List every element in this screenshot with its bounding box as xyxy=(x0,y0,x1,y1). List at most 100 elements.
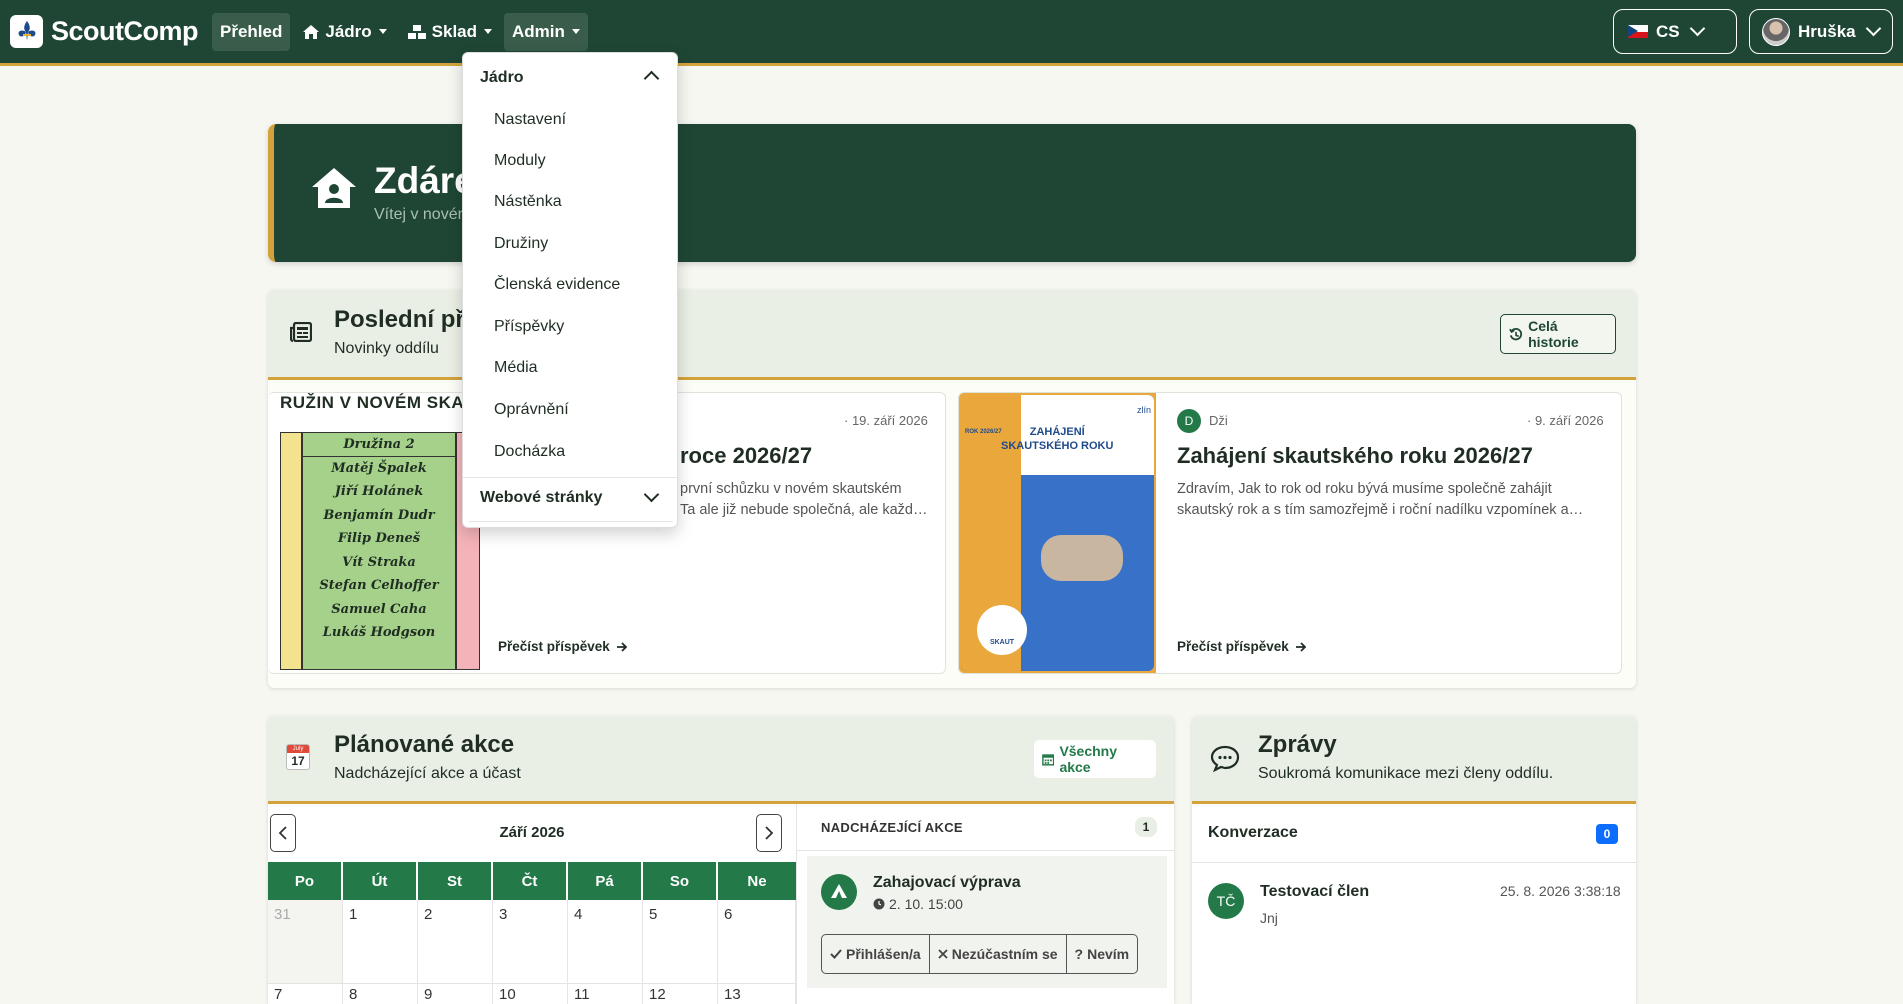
chevron-right-icon xyxy=(765,826,774,840)
post-2-excerpt: Zdravím, Jak to rok od roku bývá musíme … xyxy=(1177,479,1583,521)
weekday-header: Pá xyxy=(568,862,641,900)
dropdown-group-jadro[interactable]: Jádro xyxy=(463,53,679,101)
calendar-icon-day: 17 xyxy=(291,754,305,768)
dropdown-item-media[interactable]: Média xyxy=(494,359,538,377)
event-name[interactable]: Zahajovací výprava xyxy=(873,874,1021,892)
conversation-name: Testovací člen xyxy=(1260,883,1370,900)
poster-title-line: SKAUTSKÉHO ROKU xyxy=(1001,440,1114,452)
czech-flag-icon xyxy=(1628,25,1648,38)
upcoming-panel: NADCHÁZEJÍCÍ AKCE 1 Zahajovací výprava 2… xyxy=(796,804,1174,1004)
event-item[interactable]: Zahajovací výprava 2. 10. 15:00 Přihláše… xyxy=(807,856,1167,988)
conversations-label: Konverzace xyxy=(1208,824,1298,841)
chevron-down-icon xyxy=(1865,20,1881,37)
dropdown-item-druziny[interactable]: Družiny xyxy=(494,235,548,253)
arrow-right-icon xyxy=(1295,641,1307,652)
newspaper-icon xyxy=(290,322,312,342)
calendar-day[interactable]: 13 xyxy=(718,984,796,1004)
dropdown-item-opravneni[interactable]: Oprávnění xyxy=(494,401,569,419)
poster-title: ZAHÁJENÍ SKAUTSKÉHO ROKU xyxy=(1001,425,1113,453)
clock-icon xyxy=(873,898,885,910)
calendar-day[interactable]: 12 xyxy=(643,984,718,1004)
events-subtitle: Nadcházející akce a účast xyxy=(334,765,521,782)
calendar-day[interactable]: 6 xyxy=(718,900,796,984)
divider xyxy=(469,521,673,522)
weekday-header: Čt xyxy=(493,862,566,900)
calendar-day[interactable]: 7 xyxy=(268,984,343,1004)
weekday-header: St xyxy=(418,862,491,900)
nav-prehled[interactable]: Přehled xyxy=(212,12,291,51)
rsvp-not-going-button[interactable]: Nezúčastním se xyxy=(930,935,1067,973)
chevron-down-icon xyxy=(643,486,660,503)
chevron-up-icon xyxy=(643,70,660,87)
calendar-next-button[interactable] xyxy=(756,814,782,852)
calendar-grid-icon xyxy=(1042,753,1055,766)
nav-jadro-label: Jádro xyxy=(325,21,372,41)
brand-link[interactable]: ScoutComp xyxy=(10,15,199,48)
post-2-read-more[interactable]: Přečíst příspěvek xyxy=(1177,639,1307,654)
calendar-month-label: Září 2026 xyxy=(499,824,565,841)
calendar-day[interactable]: 4 xyxy=(568,900,643,984)
post-2-author: Dži xyxy=(1209,413,1228,428)
calendar-day[interactable]: 9 xyxy=(418,984,493,1004)
roster-member: Lukáš Hodgson xyxy=(322,625,436,640)
fleur-de-lis-icon xyxy=(10,15,43,48)
dropdown-item-nastenka[interactable]: Nástěnka xyxy=(494,193,562,211)
nav-sklad[interactable]: Sklad xyxy=(399,13,500,51)
roster-column-title: Družina 2 xyxy=(303,433,455,457)
conversation-timestamp: 25. 8. 2026 3:38:18 xyxy=(1500,883,1621,899)
conversation-item[interactable]: TČ Testovací člen 25. 8. 2026 3:38:18 Jn… xyxy=(1192,863,1636,963)
post-card-2[interactable]: ROK 2026/27 ZAHÁJENÍ SKAUTSKÉHO ROKU zlí… xyxy=(958,392,1622,674)
events-header: July 17 Plánované akce Nadcházející akce… xyxy=(268,716,1174,804)
calendar-day[interactable]: 10 xyxy=(493,984,568,1004)
events-card: July 17 Plánované akce Nadcházející akce… xyxy=(268,716,1174,1004)
user-name: Hruška xyxy=(1798,21,1856,41)
rsvp-going-label: Přihlášen/a xyxy=(846,946,921,962)
conversations-panel: Konverzace 0 TČ Testovací člen 25. 8. 20… xyxy=(1192,804,1636,1004)
post-2-title[interactable]: Zahájení skautského roku 2026/27 xyxy=(1177,443,1533,469)
messages-header: Zprávy Soukromá komunikace mezi členy od… xyxy=(1192,716,1636,804)
weekday-header: Út xyxy=(343,862,416,900)
messages-subtitle: Soukromá komunikace mezi členy oddílu. xyxy=(1258,765,1554,782)
calendar-day[interactable]: 1 xyxy=(343,900,418,984)
calendar: Září 2026 Po Út St Čt Pá So Ne 31 1 2 3 … xyxy=(268,804,796,1004)
dropdown-item-dochazka[interactable]: Docházka xyxy=(494,443,565,461)
dropdown-item-nastaveni[interactable]: Nastavení xyxy=(494,111,566,129)
calendar-day[interactable]: 8 xyxy=(343,984,418,1004)
hero-title: Zdáre xyxy=(374,160,475,201)
nav-jadro[interactable]: Jádro xyxy=(294,13,394,51)
caret-down-icon xyxy=(571,29,580,34)
arrow-right-icon xyxy=(616,641,628,652)
calendar-day[interactable]: 2 xyxy=(418,900,493,984)
avatar: TČ xyxy=(1208,883,1244,919)
roster-member: Jiří Holánek xyxy=(334,484,424,499)
calendar-day[interactable]: 11 xyxy=(568,984,643,1004)
nav-prehled-label: Přehled xyxy=(220,21,283,41)
tent-icon xyxy=(831,884,847,898)
rsvp-going-button[interactable]: Přihlášen/a xyxy=(822,935,930,973)
calendar-day[interactable]: 31 xyxy=(268,900,343,984)
user-menu[interactable]: Hruška xyxy=(1749,9,1893,54)
question-icon: ? xyxy=(1074,946,1084,962)
post-1-read-more[interactable]: Přečíst příspěvek xyxy=(498,639,628,654)
poster-title-line: ZAHÁJENÍ xyxy=(1029,426,1085,438)
dropdown-item-moduly[interactable]: Moduly xyxy=(494,152,546,170)
nav-admin[interactable]: Admin xyxy=(504,12,588,51)
event-time-label: 2. 10. 15:00 xyxy=(889,896,963,912)
top-navbar: ScoutComp Přehled Jádro Sklad Admin CS H… xyxy=(0,0,1903,66)
post-1-title[interactable]: roce 2026/27 xyxy=(680,443,812,469)
poster-photo xyxy=(1041,535,1123,581)
all-events-button[interactable]: Všechny akce xyxy=(1034,740,1156,778)
language-switcher[interactable]: CS xyxy=(1613,9,1737,54)
dropdown-item-prispevky[interactable]: Příspěvky xyxy=(494,318,564,336)
poster-badge: SKAUT xyxy=(977,605,1027,655)
dropdown-item-clenska-evidence[interactable]: Členská evidence xyxy=(494,276,620,294)
full-history-button[interactable]: Celá historie xyxy=(1500,314,1616,354)
roster-member: Benjamín Dudr xyxy=(323,507,435,523)
dropdown-group-webove-stranky[interactable]: Webové stránky xyxy=(463,479,679,519)
rsvp-maybe-button[interactable]: ? Nevím xyxy=(1067,935,1138,973)
post-1-date: · 19. září 2026 xyxy=(844,413,928,428)
calendar-day[interactable]: 3 xyxy=(493,900,568,984)
post-1-excerpt: první schůzku v novém skautském Ta ale j… xyxy=(680,479,927,521)
boxes-icon xyxy=(407,24,426,39)
calendar-day[interactable]: 5 xyxy=(643,900,718,984)
